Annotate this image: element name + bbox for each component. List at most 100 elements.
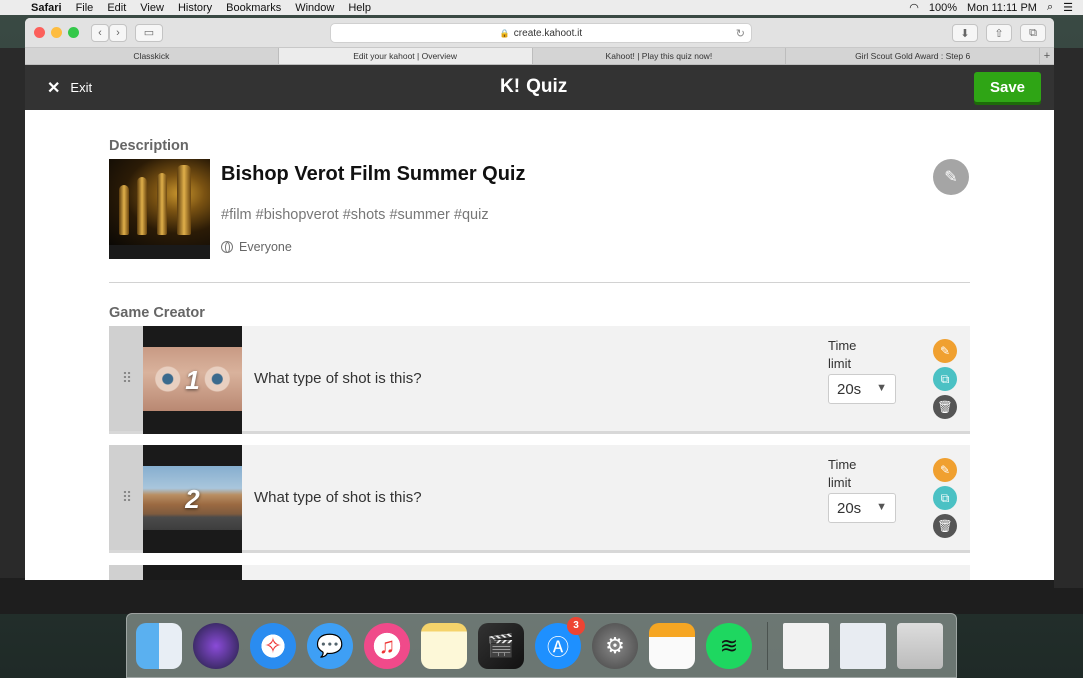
sidebar-toggle-icon[interactable]: ▭ [135,23,163,42]
tab-bar: Classkick Edit your kahoot | Overview Ka… [25,48,1054,65]
messages-icon[interactable]: 💬 [307,622,353,669]
siri-icon[interactable] [193,622,239,669]
minimize-window-button[interactable] [51,27,62,38]
downloads-icon[interactable]: ⬇ [952,24,978,42]
editor-content: Description Bishop Verot Film Summer Qui… [25,111,1054,580]
tab-kahoot-play[interactable]: Kahoot! | Play this quiz now! [533,48,787,64]
menu-item-bookmarks[interactable]: Bookmarks [226,2,281,14]
section-divider [109,282,970,283]
trash-icon: 🗑 [937,519,953,533]
kahoot-header: ✕ Exit K! Quiz Save [25,65,1054,110]
new-tab-button[interactable]: + [1040,48,1054,64]
url-text: create.kahoot.it [513,27,583,39]
menu-item-file[interactable]: File [76,2,94,14]
trash-icon: 🗑 [937,400,953,414]
finder-icon[interactable] [136,622,182,669]
duplicate-question-button[interactable]: ⧉ [933,367,957,391]
nav-buttons: ‹ › [91,23,127,42]
menu-item-window[interactable]: Window [295,2,334,14]
edit-description-button[interactable]: ✎ [933,159,969,195]
menu-item-safari[interactable]: Safari [31,2,62,14]
share-icon[interactable]: ⇧ [986,24,1012,42]
safari-icon[interactable]: ✧ [250,622,296,669]
menu-bar: Safari File Edit View History Bookmarks … [0,0,1083,15]
back-button[interactable]: ‹ [91,23,109,42]
drag-handle-icon[interactable]: ⠿ [109,445,143,550]
final-cut-pro-icon[interactable]: 🎬 [478,622,524,669]
browser-toolbar: ‹ › ▭ 🔒 create.kahoot.it ↻ ⬇ ⇧ ⧉ [25,18,1054,48]
window-controls [34,27,79,38]
notification-center-icon[interactable]: ☰ [1063,1,1073,14]
menu-item-edit[interactable]: Edit [107,2,126,14]
wifi-icon[interactable]: ◠ [909,1,919,14]
system-preferences-icon[interactable]: ⚙ [592,622,638,669]
question-card[interactable] [109,565,970,580]
time-limit-label: Time limit [828,457,857,490]
question-number: 1 [185,364,200,395]
tab-classkick[interactable]: Classkick [25,48,279,64]
question-text: What type of shot is this? [254,489,422,506]
address-bar[interactable]: 🔒 create.kahoot.it ↻ [330,23,752,43]
pencil-icon: ✎ [939,463,951,477]
close-icon: ✕ [47,79,61,97]
pencil-icon: ✎ [939,344,951,358]
question-thumbnail: 1 [143,326,242,434]
menu-item-view[interactable]: View [140,2,164,14]
quiz-title: Bishop Verot Film Summer Quiz [221,163,526,185]
zoom-window-button[interactable] [68,27,79,38]
drag-handle-icon[interactable] [109,565,143,580]
question-text: What type of shot is this? [254,370,422,387]
tab-edit-kahoot[interactable]: Edit your kahoot | Overview [278,48,533,64]
question-card[interactable]: ⠿ 1 What type of shot is this? Time limi… [109,326,970,434]
question-thumbnail [143,565,242,580]
question-card[interactable]: ⠿ 2 What type of shot is this? Time limi… [109,445,970,553]
menu-item-history[interactable]: History [178,2,212,14]
time-limit-value: 20s [837,380,862,398]
app-store-icon[interactable]: Ⓐ 3 [535,616,585,669]
window-stack-icon[interactable] [840,622,886,669]
background-app-right [1054,48,1083,588]
battery-label[interactable]: 100% [929,2,957,14]
game-creator-section-label: Game Creator [109,305,205,321]
spotlight-icon[interactable]: ⌕ [1047,1,1053,14]
forward-button[interactable]: › [109,23,127,42]
delete-question-button[interactable]: 🗑 [933,395,957,419]
safari-window: ‹ › ▭ 🔒 create.kahoot.it ↻ ⬇ ⇧ ⧉ Classki… [25,18,1054,580]
chevron-down-icon: ▼ [876,501,887,513]
reload-icon[interactable]: ↻ [736,27,745,40]
lock-icon: 🔒 [499,28,510,38]
tab-girl-scout[interactable]: Girl Scout Gold Award : Step 6 [786,48,1040,64]
duplicate-icon: ⧉ [940,490,950,505]
exit-button[interactable]: ✕ Exit [47,78,92,98]
edit-question-button[interactable]: ✎ [933,458,957,482]
duplicate-question-button[interactable]: ⧉ [933,486,957,510]
document-stack-icon[interactable] [783,622,829,669]
menubar-status-area: ◠ 100% Mon 11:11 PM ⌕ ☰ [909,1,1073,14]
notes-icon[interactable] [421,622,467,669]
menu-item-help[interactable]: Help [348,2,371,14]
page-title: K! Quiz [500,76,567,98]
pages-icon[interactable] [649,622,695,669]
chevron-down-icon: ▼ [876,382,887,394]
drag-handle-icon[interactable]: ⠿ [109,326,143,431]
toolbar-right-buttons: ⬇ ⇧ ⧉ [952,24,1046,42]
background-app-bottom [0,578,1083,614]
close-window-button[interactable] [34,27,45,38]
background-app-left [0,48,26,608]
kahoot-logo: K! [500,76,521,97]
clock[interactable]: Mon 11:11 PM [967,2,1037,14]
notification-badge: 3 [567,616,585,635]
save-button[interactable]: Save [974,72,1041,102]
visibility-label: Everyone [239,240,292,254]
tab-overview-icon[interactable]: ⧉ [1020,24,1046,42]
delete-question-button[interactable]: 🗑 [933,514,957,538]
cover-image[interactable] [109,159,210,259]
edit-question-button[interactable]: ✎ [933,339,957,363]
time-limit-select[interactable]: 20s ▼ [828,374,896,404]
spotify-icon[interactable]: ≋ [706,622,752,669]
time-limit-select[interactable]: 20s ▼ [828,493,896,523]
time-limit-label: Time limit [828,338,857,371]
exit-label: Exit [70,80,93,95]
itunes-icon[interactable]: ♫ [364,622,410,669]
trash-icon[interactable] [897,622,943,669]
